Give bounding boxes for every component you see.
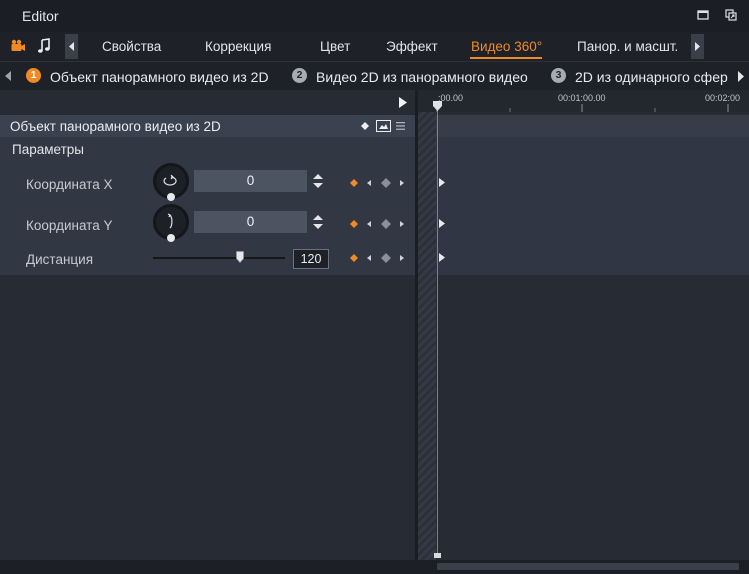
coord-x-track-marker-icon (439, 178, 445, 187)
coord-x-dial-handle[interactable] (167, 193, 175, 201)
step-1-label[interactable]: Объект панорамного видео из 2D (50, 69, 269, 85)
tab-color[interactable]: Цвет (320, 39, 350, 54)
coord-y-track-marker-icon (439, 219, 445, 228)
compare-icon[interactable] (376, 120, 391, 132)
rotate-vertical-icon (167, 213, 173, 229)
distance-slider[interactable] (153, 257, 285, 259)
chevron-right-icon (738, 71, 744, 82)
distance-label: Дистанция (26, 252, 94, 267)
coord-x-stepper[interactable] (311, 170, 325, 192)
tabs-scroll-right-button[interactable] (691, 34, 704, 59)
coord-y-input[interactable]: 0 (194, 211, 307, 233)
play-icon[interactable] (398, 96, 408, 109)
timeline-track[interactable] (418, 115, 749, 275)
coord-x-label: Координата X (26, 177, 113, 192)
coord-y-label: Координата Y (26, 218, 113, 233)
playhead-line[interactable] (437, 103, 438, 558)
window-title: Editor (22, 8, 59, 24)
tabs-scroll-left-button[interactable] (65, 34, 78, 59)
timeline-horizontal-scrollbar[interactable] (437, 563, 739, 570)
effect-header[interactable]: Объект панорамного видео из 2D (0, 115, 415, 137)
chevron-left-icon (69, 42, 74, 51)
tab-properties[interactable]: Свойства (102, 39, 161, 54)
distance-track-marker-icon (439, 253, 445, 262)
title-bar: Editor (0, 0, 749, 32)
playhead-foot (434, 553, 441, 558)
restore-icon[interactable] (697, 9, 709, 21)
steps-scroll-left-icon[interactable] (3, 69, 13, 83)
active-tab-indicator (470, 57, 542, 59)
ruler-label-2: 00:02:00 (705, 93, 741, 103)
step-number-3: 3 (551, 68, 566, 83)
step-3-label[interactable]: 2D из одинарного сфер (575, 69, 728, 85)
playhead-handle[interactable] (433, 101, 442, 111)
distance-slider-thumb[interactable] (236, 251, 244, 263)
step-bar: 1 Объект панорамного видео из 2D 2 Видео… (0, 61, 749, 90)
popout-icon[interactable] (725, 9, 737, 21)
distance-keyframe-controls[interactable] (348, 252, 408, 264)
tab-effect[interactable]: Эффект (386, 39, 438, 54)
coord-y-keyframe-controls[interactable] (348, 218, 408, 230)
coord-x-keyframe-controls[interactable] (348, 177, 408, 189)
menu-icon[interactable] (396, 122, 405, 130)
rotate-icon (163, 174, 177, 186)
parameters-title: Параметры (12, 142, 84, 157)
effect-title: Объект панорамного видео из 2D (10, 119, 221, 134)
distance-input[interactable]: 120 (293, 249, 329, 269)
coord-x-input[interactable]: 0 (194, 170, 307, 192)
tab-video-360[interactable]: Видео 360° (471, 39, 542, 54)
tab-correction[interactable]: Коррекция (205, 39, 271, 54)
keyframe-add-icon[interactable] (360, 121, 370, 131)
chevron-right-icon (695, 42, 700, 51)
timeline-track-params (418, 137, 749, 275)
step-number-2: 2 (292, 68, 307, 83)
music-icon[interactable] (37, 38, 51, 54)
steps-scroll-right-button[interactable] (733, 64, 749, 89)
tab-pan-zoom[interactable]: Панор. и масшт. (577, 39, 678, 54)
coord-y-dial-handle[interactable] (167, 234, 175, 242)
tab-bar: Свойства Коррекция Цвет Эффект Видео 360… (0, 32, 749, 61)
timeline-start-region (418, 112, 436, 560)
step-number-1: 1 (26, 68, 41, 83)
coord-y-stepper[interactable] (311, 211, 325, 233)
ruler-label-1: 00:01:00.00 (558, 93, 606, 103)
step-2-label[interactable]: Видео 2D из панорамного видео (316, 69, 528, 85)
video-icon[interactable] (10, 39, 26, 53)
